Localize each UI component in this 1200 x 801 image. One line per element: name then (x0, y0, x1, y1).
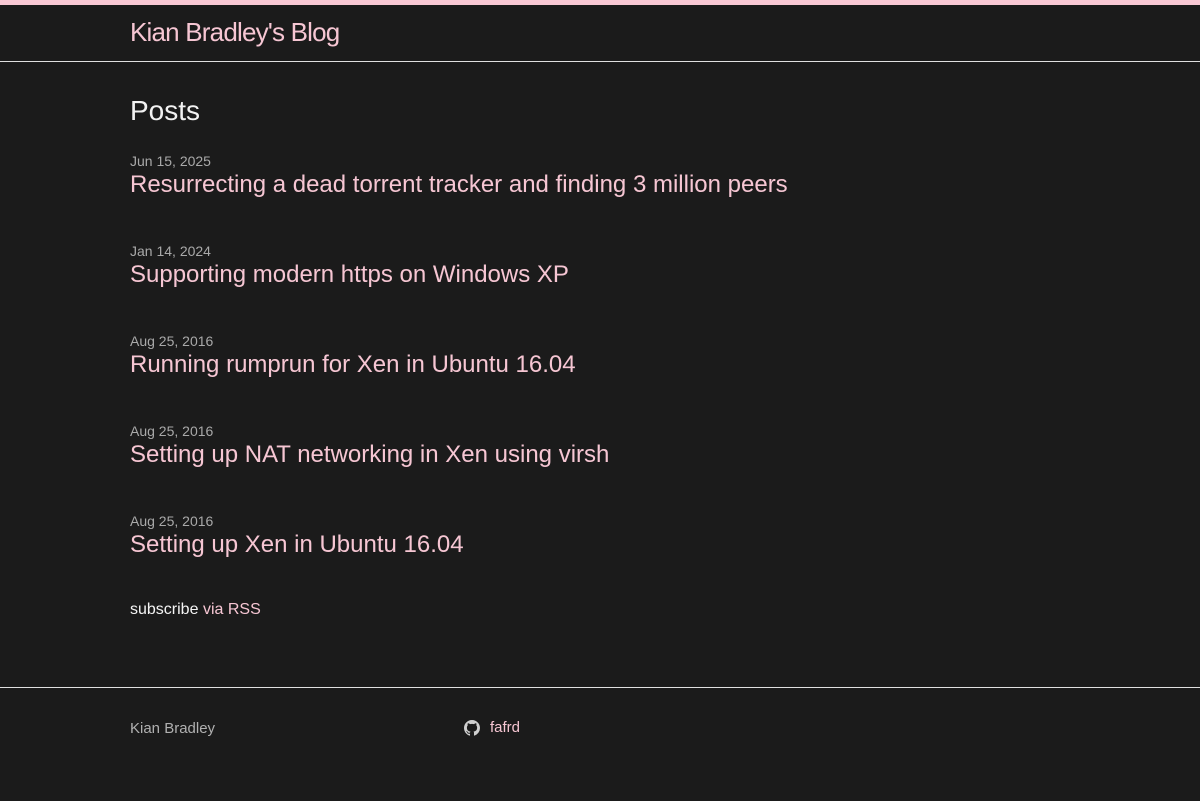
post-date: Jun 15, 2025 (130, 153, 211, 169)
post-item: Aug 25, 2016 Running rumprun for Xen in … (130, 333, 1070, 380)
github-link[interactable]: fafrd (464, 719, 520, 736)
post-date: Aug 25, 2016 (130, 333, 214, 349)
post-title-link[interactable]: Supporting modern https on Windows XP (130, 260, 1070, 290)
post-item: Aug 25, 2016 Setting up NAT networking i… (130, 423, 1070, 470)
post-item: Aug 25, 2016 Setting up Xen in Ubuntu 16… (130, 513, 1070, 560)
post-title-link[interactable]: Resurrecting a dead torrent tracker and … (130, 170, 1070, 200)
github-username: fafrd (490, 719, 521, 736)
post-title-link[interactable]: Setting up Xen in Ubuntu 16.04 (130, 530, 1070, 560)
site-title-link[interactable]: Kian Bradley's Blog (130, 17, 340, 48)
page-title: Posts (130, 95, 201, 126)
post-item: Jan 14, 2024 Supporting modern https on … (130, 243, 1070, 290)
post-title-link[interactable]: Setting up NAT networking in Xen using v… (130, 440, 1070, 470)
post-title-link[interactable]: Running rumprun for Xen in Ubuntu 16.04 (130, 350, 1070, 380)
post-date: Jan 14, 2024 (130, 243, 211, 259)
subscribe-label: subscribe (130, 601, 199, 618)
site-footer: Kian Bradley fafrd (0, 687, 1200, 801)
post-date: Aug 25, 2016 (130, 513, 214, 529)
subscribe-line: subscribe via RSS (130, 601, 261, 619)
post-date: Aug 25, 2016 (130, 423, 214, 439)
github-icon (464, 719, 480, 736)
rss-link[interactable]: via RSS (203, 601, 261, 618)
post-item: Jun 15, 2025 Resurrecting a dead torrent… (130, 153, 1070, 200)
footer-author-name: Kian Bradley (130, 720, 216, 737)
site-header: Kian Bradley's Blog (0, 5, 1200, 62)
